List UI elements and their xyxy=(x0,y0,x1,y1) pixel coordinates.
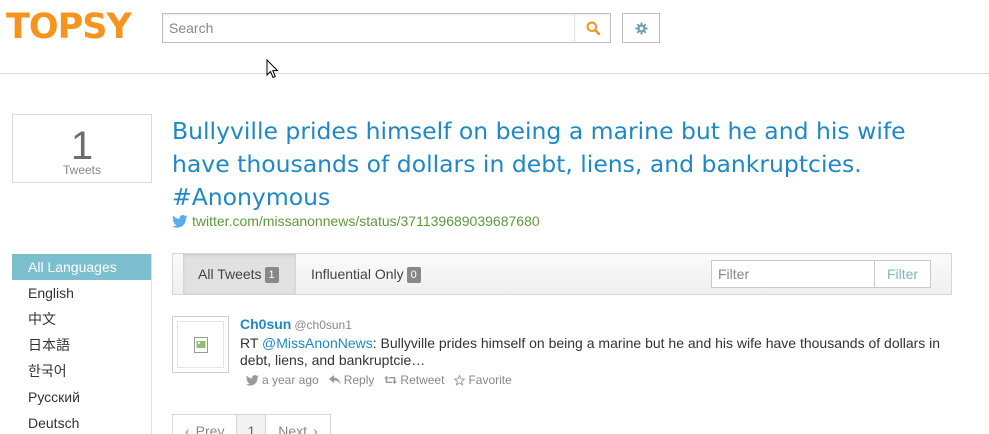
favorite-button[interactable]: Favorite xyxy=(454,373,512,387)
tweet-author-handle: @ch0sun1 xyxy=(294,318,352,332)
language-item-japanese[interactable]: 日本語 xyxy=(12,332,151,358)
avatar[interactable] xyxy=(172,316,229,373)
tweet-actions: a year ago Reply Retweet Favorite xyxy=(240,373,952,387)
twitter-bird-icon xyxy=(172,214,188,228)
tweet-count-label: Tweets xyxy=(62,163,101,177)
star-icon xyxy=(454,374,466,386)
filter-button[interactable]: Filter xyxy=(874,260,931,288)
chevron-left-icon: ‹ xyxy=(185,423,190,434)
tweet-author-name[interactable]: Ch0sun xyxy=(240,316,291,332)
tweet-item: Ch0sun @ch0sun1 RT @MissAnonNews: Bullyvi… xyxy=(172,316,952,387)
tweet-body: Ch0sun @ch0sun1 RT @MissAnonNews: Bullyvi… xyxy=(240,316,952,387)
language-item-russian[interactable]: Русский xyxy=(12,384,151,410)
next-page-button[interactable]: Next › xyxy=(266,415,329,434)
tweet-mention-link[interactable]: @MissAnonNews xyxy=(262,335,373,351)
tweet-time: a year ago xyxy=(262,373,319,387)
reply-button[interactable]: Reply xyxy=(328,373,375,387)
twitter-bird-icon xyxy=(246,374,259,386)
source-tweet-link[interactable]: twitter.com/missanonnews/status/37113968… xyxy=(172,213,540,229)
language-item-chinese[interactable]: 中文 xyxy=(12,306,151,332)
tab-count-badge: 0 xyxy=(406,267,421,283)
retweet-button[interactable]: Retweet xyxy=(384,373,444,387)
prev-page-button[interactable]: ‹ Prev xyxy=(173,415,238,434)
next-label: Next xyxy=(278,423,308,434)
search-icon xyxy=(586,21,600,35)
search-button[interactable] xyxy=(574,14,610,42)
filter-input[interactable] xyxy=(711,260,875,288)
tab-influential-only[interactable]: Influential Only 0 xyxy=(311,254,441,294)
pagination: ‹ Prev 1 Next › xyxy=(172,414,331,434)
tab-count-badge: 1 xyxy=(264,267,279,283)
mouse-cursor-icon xyxy=(266,58,279,84)
chevron-right-icon: › xyxy=(313,423,318,434)
search-box xyxy=(162,13,611,43)
tab-all-tweets[interactable]: All Tweets 1 xyxy=(183,254,296,294)
language-item-all[interactable]: All Languages xyxy=(12,254,151,280)
language-item-english[interactable]: English xyxy=(12,280,151,306)
language-item-korean[interactable]: 한국어 xyxy=(12,358,151,384)
current-page[interactable]: 1 xyxy=(237,415,267,434)
settings-button[interactable] xyxy=(622,13,660,43)
search-input[interactable] xyxy=(163,14,575,42)
favorite-label: Favorite xyxy=(468,373,512,387)
reply-label: Reply xyxy=(343,373,375,387)
retweet-label: Retweet xyxy=(400,373,445,387)
tweet-text: RT @MissAnonNews: Bullyville prides hims… xyxy=(240,335,952,369)
top-header: TOPSY xyxy=(0,0,989,74)
tweet-count: 1 xyxy=(70,124,94,168)
broken-image-icon xyxy=(177,321,224,368)
topsy-logo[interactable]: TOPSY xyxy=(6,4,132,50)
retweet-icon xyxy=(384,376,398,384)
language-item-german[interactable]: Deutsch xyxy=(12,410,151,434)
tweet-timestamp-link[interactable]: a year ago xyxy=(246,373,319,387)
page-title: Bullyville prides himself on being a mar… xyxy=(172,117,906,211)
source-url: twitter.com/missanonnews/status/37113968… xyxy=(192,213,540,229)
language-list: All Languages English 中文 日本語 한국어 Русский… xyxy=(12,254,152,434)
reply-icon xyxy=(328,375,341,385)
gear-icon xyxy=(634,21,648,35)
tweet-filter-bar: All Tweets 1 Influential Only 0 Filter xyxy=(172,253,952,295)
tab-label: All Tweets xyxy=(198,266,262,282)
prev-label: Prev xyxy=(195,423,225,434)
tweet-count-box: 1 Tweets xyxy=(12,114,152,183)
tab-label: Influential Only xyxy=(311,266,404,282)
tweet-text-prefix: RT xyxy=(240,335,263,351)
